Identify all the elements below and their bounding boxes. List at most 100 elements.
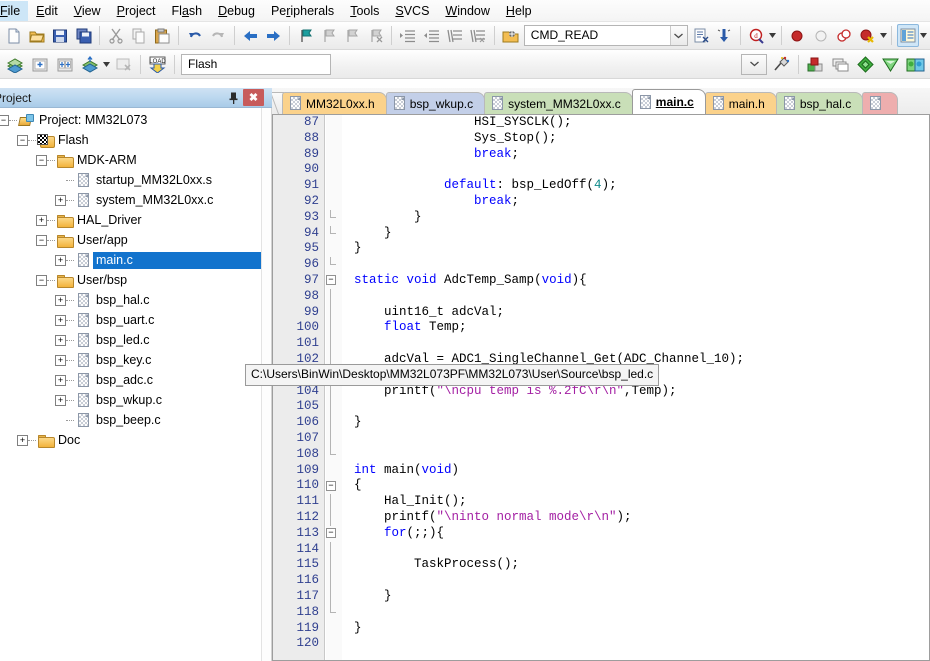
debug-dropdown-icon[interactable]	[769, 24, 777, 47]
chevron-down-icon[interactable]	[670, 26, 687, 45]
disable-breakpoint-icon[interactable]	[833, 24, 854, 47]
manage-components-icon[interactable]	[804, 53, 827, 76]
tree-expander-plus-icon[interactable]: +	[55, 195, 66, 206]
code-fold-toggle[interactable]: −	[326, 275, 336, 285]
build-icon[interactable]	[3, 53, 26, 76]
tree-item-bsp-key-c[interactable]: +bsp_key.c	[0, 350, 261, 370]
close-icon[interactable]: ✖	[243, 89, 264, 106]
tree-item-bsp-adc-c[interactable]: +bsp_adc.c	[0, 370, 261, 390]
tree-item-hal-driver[interactable]: +HAL_Driver	[0, 210, 261, 230]
manage-runtime-icon[interactable]	[879, 53, 902, 76]
tree-expander-minus-icon[interactable]: −	[17, 135, 28, 146]
books-icon[interactable]	[904, 53, 927, 76]
target-options-icon[interactable]	[691, 24, 712, 47]
comment-icon[interactable]	[444, 24, 465, 47]
tree-expander-minus-icon[interactable]: −	[36, 155, 47, 166]
tree-expander-minus-icon[interactable]: −	[0, 115, 9, 126]
tree-expander-plus-icon[interactable]: +	[55, 255, 66, 266]
bookmark-clear-icon[interactable]	[365, 24, 386, 47]
disable-all-breakpoints-icon[interactable]	[857, 24, 878, 47]
bookmark-next-icon[interactable]	[342, 24, 363, 47]
tree-expander-plus-icon[interactable]: +	[36, 215, 47, 226]
navigate-back-icon[interactable]	[240, 24, 261, 47]
copy-icon[interactable]	[128, 24, 149, 47]
menu-item-peripherals[interactable]: Peripherals	[263, 1, 342, 21]
tree-item-startup-mm32l0xx-s[interactable]: startup_MM32L0xx.s	[0, 170, 261, 190]
tree-item-user-bsp[interactable]: −User/bsp	[0, 270, 261, 290]
tree-item-system-mm32l0xx-c[interactable]: +system_MM32L0xx.c	[0, 190, 261, 210]
navigate-forward-icon[interactable]	[263, 24, 284, 47]
tree-item-doc[interactable]: +Doc	[0, 430, 261, 450]
tree-item-bsp-wkup-c[interactable]: +bsp_wkup.c	[0, 390, 261, 410]
tree-item-bsp-hal-c[interactable]: +bsp_hal.c	[0, 290, 261, 310]
menu-item-svcs[interactable]: SVCS	[387, 1, 437, 21]
tree-expander-plus-icon[interactable]: +	[55, 375, 66, 386]
outdent-icon[interactable]	[421, 24, 442, 47]
new-file-icon[interactable]	[3, 24, 24, 47]
tree-expander-plus-icon[interactable]: +	[55, 295, 66, 306]
editor-tab-mm32l0xx-h[interactable]: MM32L0xx.h	[282, 92, 387, 114]
rebuild-icon[interactable]	[28, 53, 51, 76]
breakpoint-dropdown-icon[interactable]	[879, 24, 887, 47]
code-fold-toggle[interactable]: −	[326, 481, 336, 491]
menu-item-edit[interactable]: Edit	[28, 1, 66, 21]
menu-item-file[interactable]: File	[0, 1, 28, 21]
tree-item-main-c[interactable]: +main.c	[0, 250, 261, 270]
tree-item-bsp-uart-c[interactable]: +bsp_uart.c	[0, 310, 261, 330]
code-editor[interactable]: 87HSI_SYSCLK();88Sys_Stop();89break;9091…	[272, 114, 930, 661]
paste-icon[interactable]	[152, 24, 173, 47]
tree-expander-plus-icon[interactable]: +	[17, 435, 28, 446]
editor-tab-main-c[interactable]: main.c	[632, 89, 706, 114]
pack-installer-icon[interactable]	[854, 53, 877, 76]
download-icon[interactable]: LOAD	[146, 53, 169, 76]
tree-item-bsp-led-c[interactable]: +bsp_led.c	[0, 330, 261, 350]
menu-item-view[interactable]: View	[66, 1, 109, 21]
tree-expander-minus-icon[interactable]: −	[36, 275, 47, 286]
project-window-icon[interactable]	[897, 24, 918, 47]
tree-item-project-mm32l073[interactable]: −Project: MM32L073	[0, 110, 261, 130]
menu-item-help[interactable]: Help	[498, 1, 540, 21]
tree-item-mdk-arm[interactable]: −MDK-ARM	[0, 150, 261, 170]
menu-item-window[interactable]: Window	[437, 1, 497, 21]
undo-icon[interactable]	[184, 24, 205, 47]
build-dropdown-icon[interactable]	[102, 53, 111, 76]
target-options-toolbar-icon[interactable]	[499, 24, 520, 47]
redo-icon[interactable]	[207, 24, 228, 47]
stop-build-icon[interactable]	[112, 53, 135, 76]
tree-expander-plus-icon[interactable]: +	[55, 315, 66, 326]
tree-expander-plus-icon[interactable]: +	[55, 395, 66, 406]
editor-tab-partial[interactable]	[862, 92, 898, 114]
indent-icon[interactable]	[397, 24, 418, 47]
chevron-down-icon[interactable]	[742, 55, 766, 74]
editor-tab-bsp-wkup-c[interactable]: bsp_wkup.c	[386, 92, 485, 114]
configure-target-icon[interactable]	[770, 53, 793, 76]
code-fold-toggle[interactable]: −	[326, 528, 336, 538]
batch-build-icon[interactable]	[53, 53, 76, 76]
insert-breakpoint-icon[interactable]	[787, 24, 808, 47]
menu-item-project[interactable]: Project	[109, 1, 164, 21]
target-selector[interactable]: CMD_READ	[524, 25, 688, 46]
save-icon[interactable]	[50, 24, 71, 47]
menu-item-debug[interactable]: Debug	[210, 1, 263, 21]
uncomment-icon[interactable]	[467, 24, 488, 47]
tree-item-user-app[interactable]: −User/app	[0, 230, 261, 250]
project-target-selector[interactable]: Flash	[181, 54, 331, 75]
cut-icon[interactable]	[105, 24, 126, 47]
editor-tab-bsp-hal-c[interactable]: bsp_hal.c	[776, 92, 863, 114]
tree-item-flash[interactable]: −Flash	[0, 130, 261, 150]
kill-all-breakpoints-icon[interactable]	[810, 24, 831, 47]
menu-item-tools[interactable]: Tools	[342, 1, 387, 21]
tree-expander-minus-icon[interactable]: −	[36, 235, 47, 246]
start-debug-icon[interactable]: d	[746, 24, 767, 47]
tree-item-bsp-beep-c[interactable]: bsp_beep.c	[0, 410, 261, 430]
translate-icon[interactable]	[78, 53, 101, 76]
bookmark-toggle-icon[interactable]	[295, 24, 316, 47]
pin-icon[interactable]	[224, 89, 242, 106]
save-all-icon[interactable]	[73, 24, 94, 47]
project-target-dropdown[interactable]	[741, 54, 767, 75]
menu-item-flash[interactable]: Flash	[164, 1, 211, 21]
bookmark-prev-icon[interactable]	[318, 24, 339, 47]
editor-tab-system-mm32l0xx-c[interactable]: system_MM32L0xx.c	[484, 92, 633, 114]
build-target-icon[interactable]	[714, 24, 735, 47]
panel-dropdown-icon[interactable]	[920, 24, 928, 47]
